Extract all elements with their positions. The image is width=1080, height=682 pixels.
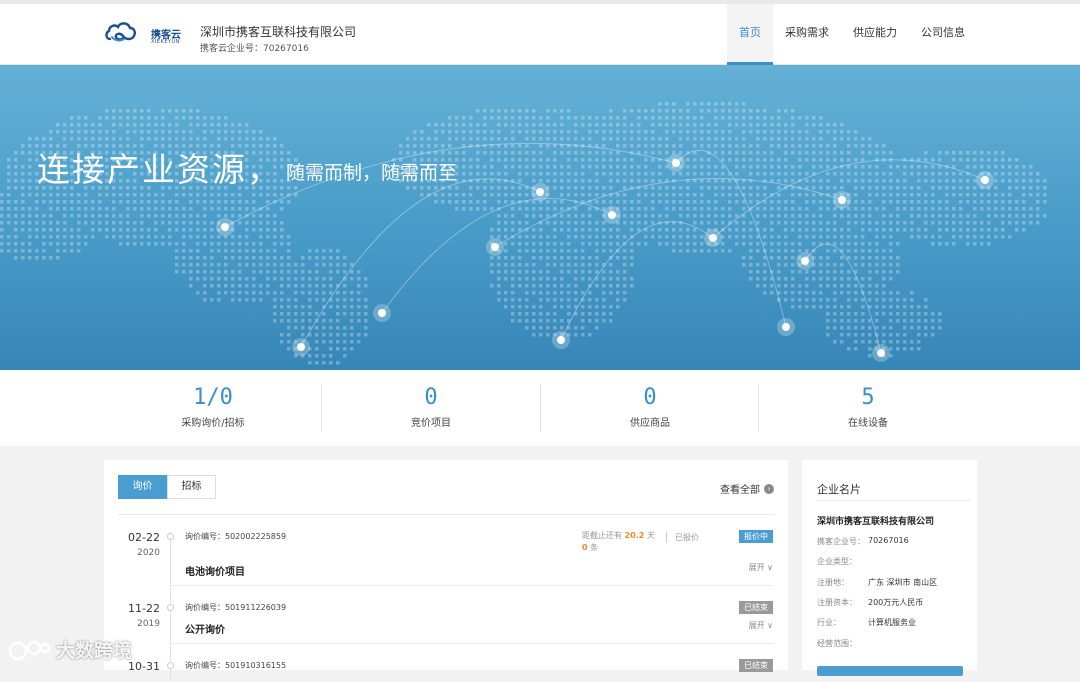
expand-toggle[interactable]: 展开 ∨ (749, 562, 773, 573)
stat-purchase[interactable]: 1/0 采购询价/招标 (104, 370, 322, 446)
stat-value: 5 (861, 385, 875, 410)
divider (817, 500, 970, 501)
info-value: 200万元人民币 (868, 598, 924, 607)
company-card: 企业名片 深圳市携客互联科技有限公司 携客企业号： 70267016 企业类型：… (802, 460, 977, 676)
info-row-business-scope: 经营范围： (817, 638, 972, 649)
stat-value: 1/0 (193, 385, 233, 410)
nav-company-info[interactable]: 公司信息 (909, 4, 977, 65)
world-map-illustration (0, 102, 1047, 365)
row-date: 11-22 (128, 602, 160, 615)
company-card-title: 企业名片 (817, 483, 861, 496)
info-row-registration: 注册地： 广东 深圳市 南山区 (817, 577, 972, 588)
inquiry-title[interactable]: 电池询价项目 (185, 563, 245, 578)
stats-bar: 1/0 采购询价/招标 0 竞价项目 0 供应商品 5 在线设备 (0, 370, 1080, 446)
stat-label: 在线设备 (848, 418, 888, 429)
watermark-logo-icon (8, 640, 51, 660)
info-value: 70267016 (868, 536, 909, 545)
view-all-label: 查看全部 (720, 485, 760, 496)
info-row-company-type: 企业类型： (817, 556, 972, 567)
view-all-link[interactable]: 查看全部 › (720, 481, 774, 496)
row-year: 2019 (137, 619, 160, 629)
info-row-capital: 注册资本： 200万元人民币 (817, 597, 972, 608)
inquiry-title[interactable]: 公开询价 (185, 621, 225, 636)
stat-label: 采购询价/招标 (181, 418, 245, 429)
nav-purchase-demand[interactable]: 采购需求 (773, 4, 841, 65)
deadline-info: 距截止还有 20.2 天 0 条 (582, 530, 655, 554)
status-badge: 报价中 (739, 530, 773, 543)
stat-online-devices[interactable]: 5 在线设备 (759, 370, 977, 446)
deadline-unit: 天 (646, 531, 655, 540)
nav-supply-capacity[interactable]: 供应能力 (841, 4, 909, 65)
divider (170, 585, 774, 586)
timeline-dot (167, 662, 174, 669)
info-label: 注册地： (817, 578, 849, 587)
stat-bidding[interactable]: 0 竞价项目 (322, 370, 540, 446)
info-label: 企业类型： (817, 557, 857, 566)
info-row-company-no: 携客企业号： 70267016 (817, 536, 972, 547)
inquiry-number: 询价编号：501910316155 (185, 661, 287, 670)
divider (170, 643, 774, 644)
info-label: 行业： (817, 618, 841, 627)
stat-supply-goods[interactable]: 0 供应商品 (541, 370, 759, 446)
logo-subtext: XIEKEYUN (151, 39, 180, 45)
status-badge: 已结束 (739, 659, 773, 672)
row-date: 02-22 (128, 531, 160, 544)
row-year: 2020 (137, 548, 160, 558)
info-row-industry: 行业： 计算机服务业 (817, 617, 972, 628)
contact-button[interactable] (817, 666, 963, 676)
company-card-name: 深圳市携客互联科技有限公司 (817, 517, 935, 527)
tab-group: 询价 招标 (118, 475, 216, 499)
info-value: 广东 深圳市 南山区 (868, 578, 938, 587)
deadline-days: 20.2 (624, 531, 645, 540)
main-nav: 首页 采购需求 供应能力 公司信息 (727, 4, 977, 65)
info-label: 经营范围： (817, 639, 857, 648)
deadline-prefix: 距截止还有 (582, 531, 622, 540)
stat-label: 供应商品 (630, 418, 670, 429)
expand-toggle[interactable]: 展开 ∨ (749, 620, 773, 631)
hero-subtitle: 随需而制，随需而至 (286, 162, 458, 184)
quoted-label: 已报价 (666, 532, 699, 543)
watermark: 大数跨境 (8, 636, 132, 663)
chevron-right-icon: › (764, 483, 774, 494)
stat-label: 竞价项目 (411, 418, 451, 429)
tab-inquiry[interactable]: 询价 (118, 475, 167, 499)
stat-value: 0 (643, 385, 657, 410)
status-badge: 已结束 (739, 601, 773, 614)
company-number: 携客云企业号：70267016 (200, 44, 309, 54)
stat-value: 0 (424, 385, 438, 410)
header-bar: 携客云 XIEKEYUN 深圳市携客互联科技有限公司 携客云企业号：702670… (0, 0, 1080, 65)
info-label: 注册资本： (817, 598, 857, 607)
info-value: 计算机服务业 (868, 618, 916, 627)
watermark-text: 大数跨境 (56, 640, 133, 662)
timeline-dot (167, 533, 174, 540)
quote-count: 0 (582, 543, 588, 552)
hero-title: 连接产业资源， (37, 150, 282, 189)
inquiry-number: 询价编号：501911226039 (185, 603, 287, 612)
inquiry-number: 询价编号：502002225859 (185, 532, 287, 541)
divider (118, 514, 774, 515)
timeline-dot (167, 604, 174, 611)
hero-banner: 连接产业资源， 随需而制，随需而至 (0, 65, 1080, 370)
quote-count-unit: 条 (590, 543, 599, 552)
info-label: 携客企业号： (817, 537, 865, 546)
nav-home[interactable]: 首页 (727, 4, 773, 65)
tab-tender[interactable]: 招标 (167, 475, 216, 499)
inquiry-card: 询价 招标 查看全部 › 02-22 2020 询价编号：50200222585… (104, 460, 788, 682)
company-name: 深圳市携客互联科技有限公司 (200, 25, 357, 39)
